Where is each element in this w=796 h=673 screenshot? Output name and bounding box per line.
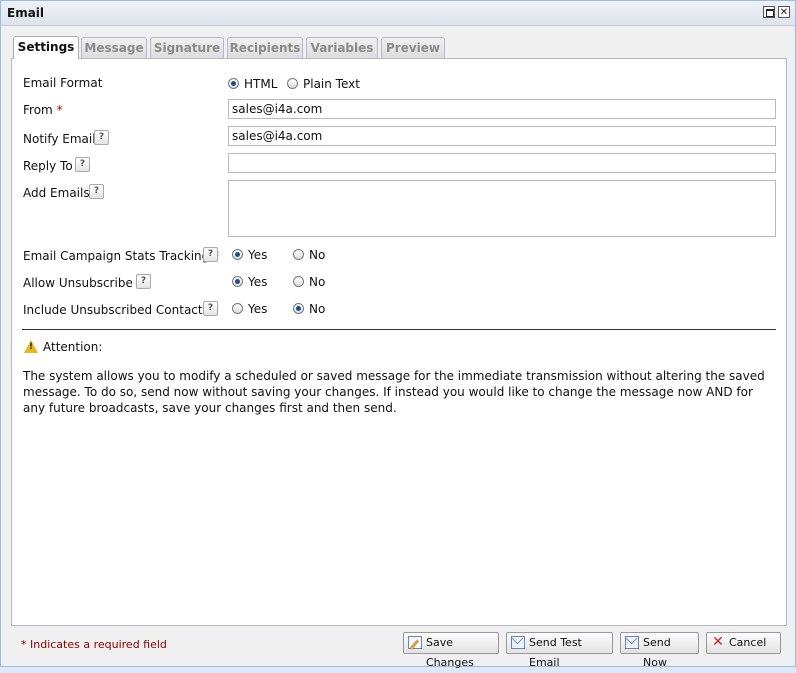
unsubscribe-yes-label[interactable]: Yes — [248, 275, 267, 289]
window-title: Email — [7, 6, 45, 20]
save-changes-button[interactable]: Save Changes — [403, 632, 499, 669]
envelope-icon — [625, 636, 639, 649]
reply-to-label: Reply To — [23, 159, 73, 173]
notify-email-input[interactable] — [228, 126, 776, 146]
edit-note-icon — [408, 636, 422, 649]
format-html-label[interactable]: HTML — [244, 77, 277, 91]
allow-unsubscribe-label: Allow Unsubscribe * — [23, 276, 143, 290]
tab-settings[interactable]: Settings — [13, 36, 79, 59]
include-yes-radio[interactable] — [232, 303, 243, 314]
unsubscribe-yes-radio[interactable] — [232, 276, 243, 287]
from-input[interactable] — [228, 99, 776, 119]
include-unsubscribed-label: Include Unsubscribed Contacts * — [23, 303, 219, 317]
send-now-button[interactable]: Send Now — [620, 632, 699, 669]
stats-no-radio[interactable] — [293, 249, 304, 260]
include-yes-label[interactable]: Yes — [248, 302, 267, 316]
tab-preview[interactable]: Preview — [381, 37, 445, 59]
include-no-radio[interactable] — [293, 303, 304, 314]
unsubscribe-no-radio[interactable] — [293, 276, 304, 287]
attention-text: The system allows you to modify a schedu… — [23, 369, 765, 415]
required-field-note: * Indicates a required field — [21, 638, 167, 651]
tab-strip: Settings Message Signature Recipients Va… — [11, 28, 787, 59]
cancel-button[interactable]: ✕ Cancel — [706, 632, 781, 654]
stats-yes-radio[interactable] — [232, 249, 243, 260]
format-html-radio[interactable] — [228, 78, 239, 89]
notify-email-label: Notify Email — [23, 132, 96, 146]
help-icon[interactable]: ? — [136, 274, 151, 289]
stats-tracking-label: Email Campaign Stats Tracking * — [23, 249, 219, 263]
attention-heading: Attention: — [43, 340, 103, 354]
format-plain-radio[interactable] — [287, 78, 298, 89]
from-label: From * — [23, 103, 63, 117]
reply-to-input[interactable] — [228, 153, 776, 173]
maximize-icon[interactable] — [763, 6, 775, 18]
close-icon[interactable]: ✕ — [778, 6, 790, 18]
send-test-email-button[interactable]: Send Test Email — [506, 632, 613, 669]
tab-signature[interactable]: Signature — [150, 37, 224, 59]
required-mark: * — [56, 103, 63, 117]
settings-panel: Email Format HTML Plain Text From * Noti… — [11, 58, 787, 626]
unsubscribe-no-label[interactable]: No — [309, 275, 325, 289]
stats-yes-label[interactable]: Yes — [248, 248, 267, 262]
stats-no-label[interactable]: No — [309, 248, 325, 262]
titlebar[interactable]: Email ✕ — [1, 1, 795, 26]
help-icon[interactable]: ? — [89, 184, 104, 199]
tab-message[interactable]: Message — [81, 37, 147, 59]
envelope-icon — [511, 636, 525, 649]
include-no-label[interactable]: No — [309, 302, 325, 316]
warning-icon — [24, 340, 38, 353]
help-icon[interactable]: ? — [203, 247, 218, 262]
email-format-label: Email Format — [23, 76, 103, 90]
red-x-icon: ✕ — [712, 634, 724, 650]
format-plain-label[interactable]: Plain Text — [303, 77, 360, 91]
help-icon[interactable]: ? — [94, 130, 109, 145]
tab-recipients[interactable]: Recipients — [227, 37, 303, 59]
divider — [22, 329, 776, 330]
help-icon[interactable]: ? — [75, 157, 90, 172]
add-emails-textarea[interactable] — [228, 180, 776, 237]
email-dialog: Email ✕ Settings Message Signature Recip… — [0, 0, 796, 669]
add-emails-label: Add Emails — [23, 186, 90, 200]
tab-variables[interactable]: Variables — [306, 37, 378, 59]
help-icon[interactable]: ? — [203, 301, 218, 316]
